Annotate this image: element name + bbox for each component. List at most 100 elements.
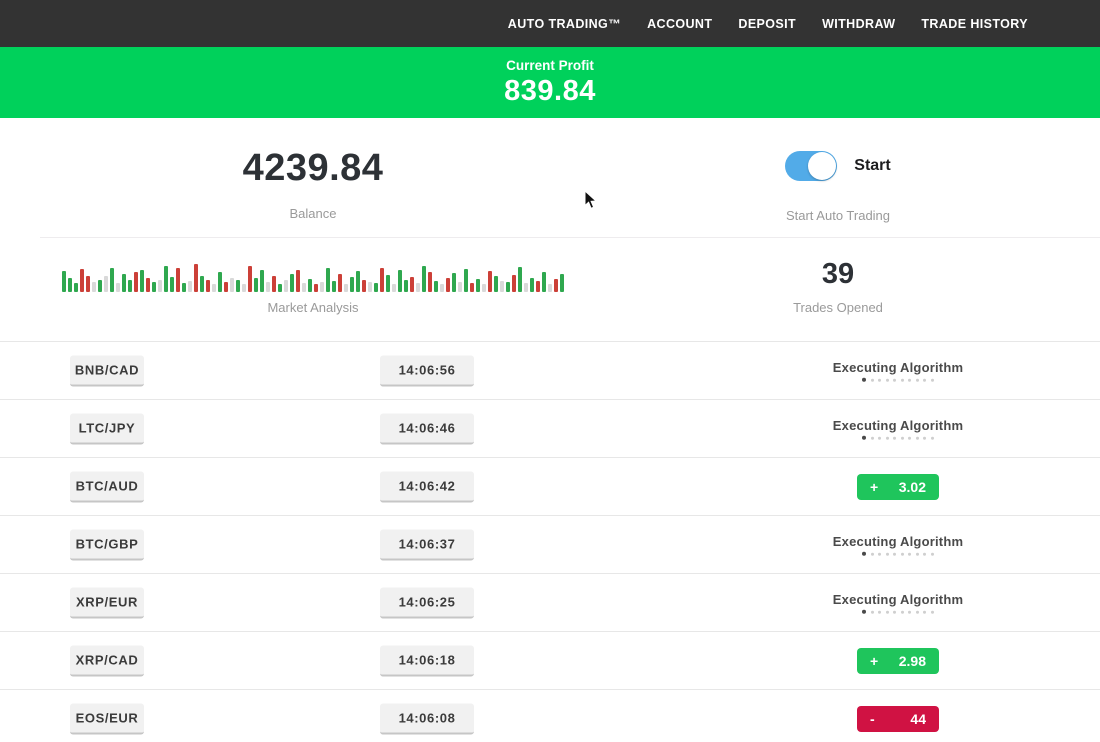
progress-dot	[886, 552, 889, 555]
chart-bar	[74, 283, 78, 292]
chart-bar	[410, 277, 414, 292]
nav-item-deposit[interactable]: DEPOSIT	[738, 17, 796, 31]
progress-dot	[893, 610, 896, 613]
chart-bar	[218, 272, 222, 292]
progress-dot	[931, 436, 934, 439]
progress-dot	[916, 436, 919, 439]
chart-bar	[314, 284, 318, 292]
chart-bar	[266, 282, 270, 292]
chart-bar	[122, 274, 126, 292]
trade-time-chip[interactable]: 14:06:42	[380, 471, 474, 502]
trade-row: XRP/EUR14:06:25Executing Algorithm	[0, 573, 1100, 631]
chart-bar	[536, 281, 540, 292]
trade-time-chip[interactable]: 14:06:37	[380, 529, 474, 560]
result-sign: +	[870, 653, 878, 669]
chart-bar	[446, 278, 450, 292]
nav-item-account[interactable]: ACCOUNT	[647, 17, 712, 31]
trades-list: BNB/CAD14:06:56Executing AlgorithmLTC/JP…	[0, 341, 1100, 742]
trade-time-chip[interactable]: 14:06:56	[380, 355, 474, 386]
nav-item-trade-history[interactable]: TRADE HISTORY	[921, 17, 1028, 31]
pair-chip-xrp-eur[interactable]: XRP/EUR	[70, 587, 144, 618]
progress-dot	[901, 436, 904, 439]
chart-bar	[80, 269, 84, 292]
trade-time-chip[interactable]: 14:06:25	[380, 587, 474, 618]
nav-item-withdraw[interactable]: WITHDRAW	[822, 17, 895, 31]
progress-dot	[923, 610, 926, 613]
chart-bar	[182, 283, 186, 292]
balance-value: 4239.84	[40, 147, 586, 190]
chart-bar	[86, 276, 90, 292]
chart-bar	[434, 281, 438, 292]
loss-badge: -44	[857, 706, 939, 732]
top-nav-items: AUTO TRADING™ ACCOUNT DEPOSIT WITHDRAW TRADE…	[508, 17, 1028, 31]
chart-bar	[512, 275, 516, 292]
chart-bar	[482, 284, 486, 292]
progress-dot	[923, 436, 926, 439]
progress-dot	[931, 552, 934, 555]
progress-dot	[886, 378, 889, 381]
profit-badge: +2.98	[857, 648, 939, 674]
chart-bar	[530, 278, 534, 292]
trade-status: +3.02	[780, 474, 1016, 500]
trade-row: XRP/CAD 14:06:18 +2.98	[0, 631, 1100, 689]
progress-dot	[871, 436, 874, 439]
pair-chip-btc-aud[interactable]: BTC/AUD	[70, 471, 144, 502]
trades-opened-value: 39	[676, 258, 1000, 291]
trade-row: EOS/EUR 14:06:08 -44	[0, 689, 1100, 742]
chart-bar	[224, 282, 228, 292]
trade-row: BTC/AUD 14:06:42 +3.02	[0, 457, 1100, 515]
progress-dots	[780, 610, 1016, 614]
chart-bar	[290, 274, 294, 292]
chart-bar	[542, 272, 546, 292]
chart-bar	[260, 270, 264, 292]
market-analysis-label: Market Analysis	[40, 300, 586, 315]
result-value: 44	[910, 711, 926, 727]
trade-status: -44	[780, 706, 1016, 732]
pair-chip-btc-gbp[interactable]: BTC/GBP	[70, 529, 144, 560]
pair-chip-ltc-jpy[interactable]: LTC/JPY	[70, 413, 144, 444]
chart-bar	[194, 264, 198, 292]
chart-bar	[428, 272, 432, 292]
profit-banner-label: Current Profit	[506, 58, 594, 73]
toggle-label: Start	[854, 157, 890, 175]
pair-chip-xrp-cad[interactable]: XRP/CAD	[70, 645, 144, 676]
trade-time-chip[interactable]: 14:06:08	[380, 703, 474, 734]
progress-dot	[878, 378, 881, 381]
trades-opened-label: Trades Opened	[676, 300, 1000, 315]
chart-bar	[206, 280, 210, 292]
progress-dot	[871, 378, 874, 381]
trades-opened-block: 39 Trades Opened	[676, 258, 1000, 315]
chart-bar	[452, 273, 456, 292]
nav-item-auto-trading[interactable]: AUTO TRADING™	[508, 17, 621, 31]
progress-dot	[862, 378, 866, 382]
chart-bar	[134, 272, 138, 292]
progress-dot	[908, 552, 911, 555]
chart-bar	[560, 274, 564, 292]
chart-bar	[284, 280, 288, 292]
chart-bar	[230, 278, 234, 292]
trade-row: BNB/CAD14:06:56Executing Algorithm	[0, 341, 1100, 399]
auto-trading-toggle[interactable]	[785, 151, 837, 181]
chart-bar	[506, 282, 510, 292]
progress-dot	[886, 610, 889, 613]
chart-bar	[338, 274, 342, 292]
trade-time-chip[interactable]: 14:06:18	[380, 645, 474, 676]
pair-chip-eos-eur[interactable]: EOS/EUR	[70, 703, 144, 734]
progress-dots	[780, 436, 1016, 440]
pair-chip-bnb-cad[interactable]: BNB/CAD	[70, 355, 144, 386]
market-analysis-block: Market Analysis	[40, 258, 586, 315]
chart-bar	[548, 284, 552, 292]
progress-dot	[908, 610, 911, 613]
chart-bar	[392, 284, 396, 292]
toggle-knob	[808, 152, 836, 180]
chart-bar	[170, 277, 174, 292]
chart-bar	[344, 284, 348, 292]
chart-bar	[518, 267, 522, 292]
chart-bar	[104, 276, 108, 292]
trade-time-chip[interactable]: 14:06:46	[380, 413, 474, 444]
trade-row: BTC/GBP14:06:37Executing Algorithm	[0, 515, 1100, 573]
chart-bar	[140, 270, 144, 292]
progress-dots	[780, 378, 1016, 382]
chart-bar	[92, 282, 96, 292]
profit-badge: +3.02	[857, 474, 939, 500]
